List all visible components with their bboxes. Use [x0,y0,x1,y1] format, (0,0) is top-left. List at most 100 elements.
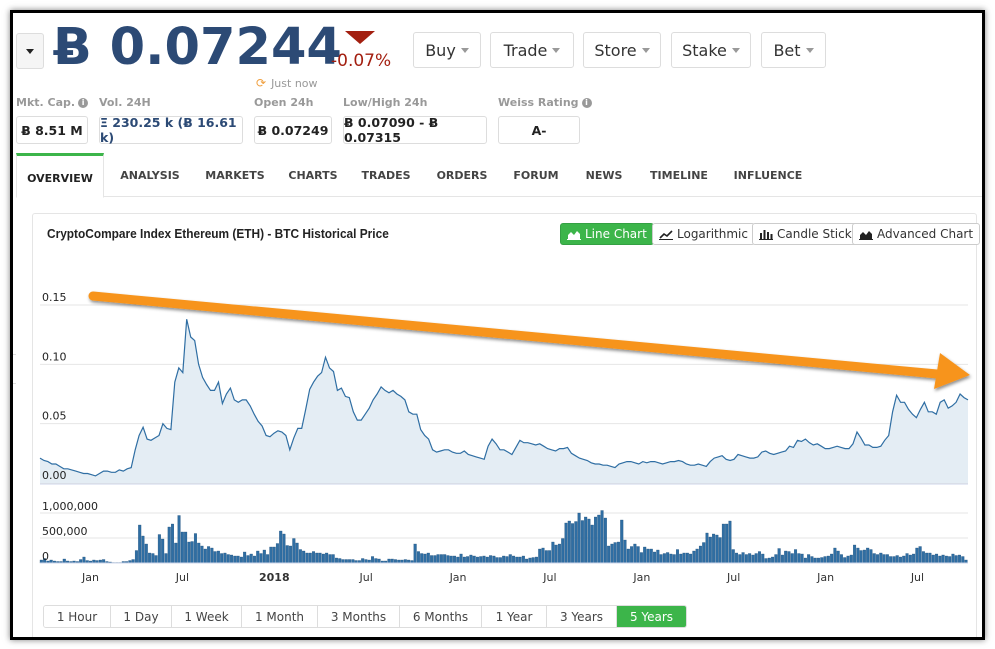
volume-bar [607,545,611,564]
volume-bar [226,554,230,564]
volume-bar [479,556,483,564]
volume-bar [689,553,693,564]
volume-bar [584,516,588,564]
volume-bar [702,542,706,564]
volume-bar [744,554,748,564]
volume-bar [482,555,486,564]
volume-bar [564,522,568,564]
trend-arrow-shaft [88,291,953,380]
volume-bar [223,552,227,564]
volume-bar [643,546,647,564]
volume-bar [748,553,752,564]
volume-bar [554,544,558,564]
volume-bar [561,538,565,564]
volume-bar [256,550,260,564]
volume-bar [272,546,276,564]
volume-bar [895,555,899,564]
volume-bar [171,523,174,564]
volume-bar [102,559,106,564]
volume-bar [731,549,735,564]
range-1-year[interactable]: 1 Year [482,606,547,627]
range-3-years[interactable]: 3 Years [547,606,617,627]
volume-bar [243,551,247,564]
x-tick-label: Jul [175,571,189,584]
volume-bar [656,549,660,564]
volume-bar [338,558,342,564]
volume-bar [213,551,217,564]
volume-bar [708,536,712,564]
volume-bar [167,526,171,564]
range-3-months[interactable]: 3 Months [318,606,400,627]
volume-bar [574,521,578,564]
x-tick-label: 2018 [259,571,290,584]
volume-bar [430,555,434,564]
x-tick-label: Jan [816,571,834,584]
volume-bar [275,543,279,564]
volume-bar [508,554,512,564]
x-tick-label: Jul [359,571,373,584]
volume-bar [862,549,866,564]
range-5-years[interactable]: 5 Years [617,606,686,627]
volume-bar [879,552,883,564]
volume-bar [807,554,811,564]
volume-bar [587,518,591,564]
volume-bar [157,534,161,564]
volume-bar [295,542,299,564]
volume-bar [623,539,627,564]
volume-bar [193,533,197,564]
volume-bar [761,553,765,564]
volume-bar [918,546,922,564]
volume-bar [712,533,716,564]
volume-bar [505,556,509,564]
range-1-month[interactable]: 1 Month [242,606,318,627]
volume-bar [843,557,847,564]
range-6-months[interactable]: 6 Months [400,606,482,627]
volume-bar [931,554,935,564]
volume-bar [515,556,519,564]
y-tick-label: 500,000 [42,525,88,538]
range-1-hour[interactable]: 1 Hour [44,606,111,627]
volume-bar [151,553,155,564]
x-tick-label: Jul [542,571,556,584]
volume-bar [800,553,804,564]
volume-bar [738,554,742,564]
volume-bar [636,546,640,564]
volume-bar [498,557,502,564]
volume-bar [200,545,204,564]
volume-bar [908,554,912,564]
volume-bar [715,534,719,564]
volume-bar [571,523,575,564]
volume-bar [331,554,335,564]
volume-bar [826,555,830,564]
volume-bar [794,549,798,564]
volume-bar [889,556,893,564]
volume-bar [351,559,355,564]
volume-bar [915,547,919,564]
volume-bar [928,552,932,564]
x-tick-label: Jul [910,571,924,584]
volume-bar [912,553,916,564]
volume-bar [466,556,470,564]
volume-bar [672,554,676,564]
volume-bar [754,553,758,564]
range-selector: 1 Hour 1 Day 1 Week 1 Month 3 Months 6 M… [43,605,687,628]
volume-bar [836,550,840,564]
volume-bar [144,543,148,564]
range-1-day[interactable]: 1 Day [111,606,172,627]
volume-bar [938,555,942,564]
range-1-week[interactable]: 1 Week [172,606,242,627]
volume-bar [413,543,417,564]
volume-bar [705,532,709,564]
volume-bar [531,557,535,564]
volume-bar [741,552,745,564]
volume-bar [282,533,286,564]
volume-bar [961,556,965,564]
volume-bar [318,552,322,564]
volume-bar [698,545,702,564]
volume-bar [82,556,86,564]
volume-bar [216,550,220,564]
volume-bar [249,553,253,564]
volume-bar [475,556,479,564]
x-tick-label: Jan [632,571,650,584]
volume-bar [308,552,312,564]
